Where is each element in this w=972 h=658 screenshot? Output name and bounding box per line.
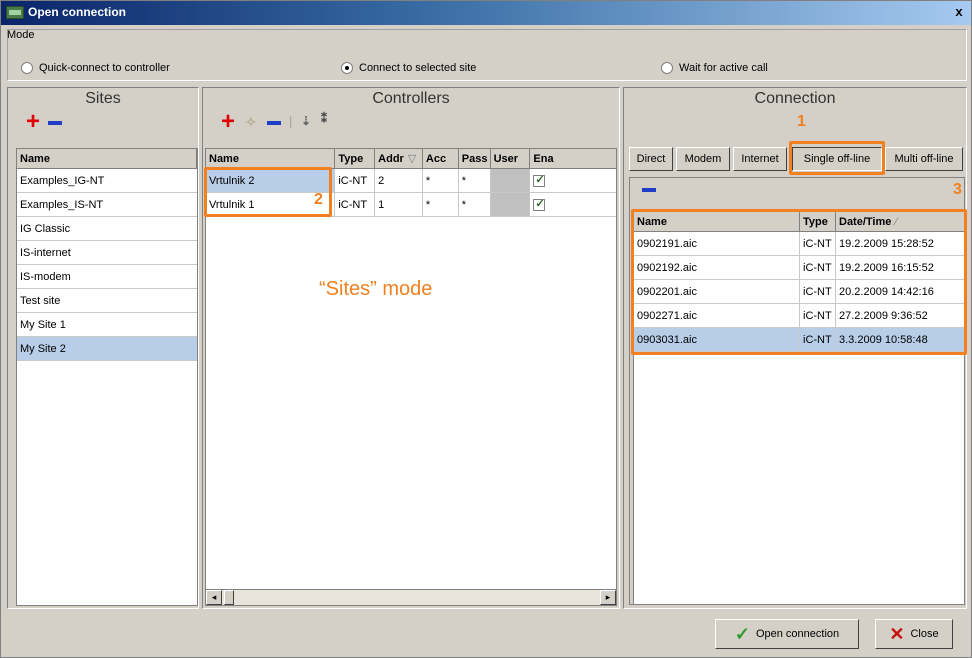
annotation-box-2 <box>204 167 332 217</box>
list-item[interactable]: Examples_IG-NT <box>17 169 197 193</box>
window-title: Open connection <box>28 5 127 19</box>
horizontal-scrollbar[interactable]: ◂ ▸ <box>206 589 616 605</box>
column-header-addr[interactable]: Addr ▽ <box>375 149 423 168</box>
column-header-ena[interactable]: Ena <box>530 149 616 168</box>
remove-file-icon[interactable] <box>642 188 656 192</box>
tab-modem[interactable]: Modem <box>676 147 730 171</box>
controller-ena <box>530 169 616 192</box>
list-item[interactable]: IG Classic <box>17 217 197 241</box>
site-name: My Site 2 <box>20 342 66 355</box>
annotation-number-3: 3 <box>953 181 962 198</box>
list-item[interactable]: Test site <box>17 289 197 313</box>
app-icon <box>6 6 24 19</box>
column-header-name[interactable]: Name <box>206 149 336 168</box>
add-site-icon[interactable]: + <box>26 110 40 134</box>
radio-label: Wait for active call <box>679 62 768 74</box>
site-name: Examples_IS-NT <box>20 198 104 211</box>
close-x-icon: ✕ <box>889 623 905 644</box>
list-item[interactable]: My Site 1 <box>17 313 197 337</box>
controller-addr: 2 <box>375 169 423 192</box>
controller-pass: * <box>459 169 491 192</box>
open-connection-label: Open connection <box>755 628 840 640</box>
controller-addr: 1 <box>375 193 423 216</box>
add-controller-icon[interactable]: + <box>221 110 235 134</box>
annotation-box-3 <box>631 209 967 355</box>
site-name: IG Classic <box>20 222 71 235</box>
sites-panel: Sites + Name Examples_IG-NT Examples_IS-… <box>7 87 199 609</box>
remove-controller-icon[interactable] <box>267 121 281 125</box>
radio-label: Quick-connect to controller <box>39 62 170 74</box>
wizard-icon[interactable]: ✧ <box>245 114 257 131</box>
close-label: Close <box>910 628 939 640</box>
radio-circle-icon <box>661 62 673 74</box>
site-name: IS-modem <box>20 270 71 283</box>
list-item[interactable]: Examples_IS-NT <box>17 193 197 217</box>
scroll-left-icon[interactable]: ◂ <box>206 590 222 605</box>
tab-multi-offline[interactable]: Multi off-line <box>885 147 963 171</box>
sites-header[interactable]: Name <box>17 149 197 169</box>
remove-site-icon[interactable] <box>48 121 62 125</box>
column-header-addr-label: Addr <box>378 152 404 165</box>
controller-user <box>490 193 531 216</box>
scroll-thumb[interactable] <box>224 590 234 605</box>
separator-icon: | <box>289 114 293 129</box>
controller-ena <box>530 193 616 216</box>
enabled-checkbox[interactable] <box>533 197 546 211</box>
controllers-title: Controllers <box>372 90 450 107</box>
open-connection-button[interactable]: ✓ Open connection <box>715 619 859 649</box>
sort-desc-icon: ▽ <box>407 153 417 165</box>
settings-icon[interactable]: ⁑ <box>321 112 327 126</box>
sites-title: Sites <box>85 90 121 107</box>
open-connection-window: Open connection x Mode Quick-connect to … <box>0 0 972 658</box>
site-name: Test site <box>20 294 61 307</box>
radio-circle-icon <box>341 62 353 74</box>
site-name: My Site 1 <box>20 318 66 331</box>
radio-quick-connect[interactable]: Quick-connect to controller <box>21 61 170 75</box>
sites-list: Name Examples_IG-NT Examples_IS-NT IG Cl… <box>16 148 198 606</box>
controller-user <box>490 169 531 192</box>
annotation-number-2: 2 <box>314 191 323 208</box>
title-bar: Open connection x <box>1 1 971 25</box>
enabled-checkbox[interactable] <box>533 173 546 187</box>
controllers-header: Name Type Addr ▽ Acc Pass User Ena <box>206 149 616 169</box>
site-name: IS-internet <box>20 246 71 259</box>
sort-icon[interactable]: ⇣ <box>301 114 311 128</box>
column-header-user[interactable]: User <box>491 149 531 168</box>
column-header-acc[interactable]: Acc <box>423 149 459 168</box>
tab-internet[interactable]: Internet <box>733 147 787 171</box>
site-name: Examples_IG-NT <box>20 174 105 187</box>
column-header-type[interactable]: Type <box>335 149 376 168</box>
radio-connect-selected-site[interactable]: Connect to selected site <box>341 61 476 75</box>
list-item[interactable]: IS-internet <box>17 241 197 265</box>
annotation-box-1 <box>789 141 885 175</box>
list-item-selected[interactable]: My Site 2 <box>17 337 197 361</box>
controller-acc: * <box>423 169 459 192</box>
controller-acc: * <box>423 193 459 216</box>
radio-circle-icon <box>21 62 33 74</box>
list-item[interactable]: IS-modem <box>17 265 197 289</box>
controller-type: iC-NT <box>335 169 376 192</box>
radio-label: Connect to selected site <box>359 62 477 74</box>
sites-mode-annotation: “Sites” mode <box>319 278 433 300</box>
controller-type: iC-NT <box>335 193 376 216</box>
checkmark-icon: ✓ <box>734 623 750 644</box>
column-header-pass[interactable]: Pass <box>459 149 491 168</box>
column-header-name[interactable]: Name <box>17 149 197 168</box>
close-button[interactable]: ✕ Close <box>875 619 953 649</box>
controller-pass: * <box>459 193 491 216</box>
mode-label: Mode <box>7 29 35 41</box>
annotation-number-1: 1 <box>797 113 806 130</box>
close-window-button[interactable]: x <box>951 4 967 20</box>
tab-direct[interactable]: Direct <box>629 147 673 171</box>
radio-wait-active-call[interactable]: Wait for active call <box>661 61 768 75</box>
connection-title: Connection <box>754 90 836 107</box>
controllers-panel: Controllers + ✧ | ⇣ ⁑ Name Type Addr ▽ Ac… <box>202 87 620 609</box>
scroll-right-icon[interactable]: ▸ <box>600 590 616 605</box>
